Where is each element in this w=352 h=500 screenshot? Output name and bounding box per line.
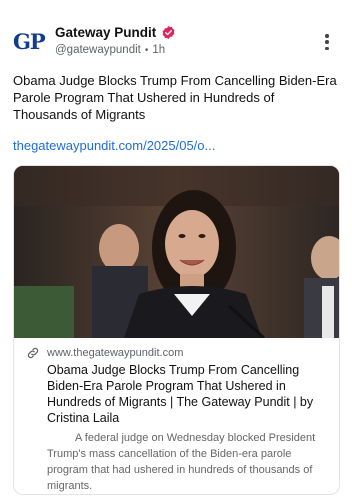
photo-of-woman-speaking-at-hearing	[14, 166, 339, 338]
more-vertical-icon[interactable]	[318, 33, 336, 51]
avatar[interactable]: GP	[13, 28, 47, 54]
verified-badge-icon	[162, 25, 175, 40]
card-body: www.thegatewaypundit.com Obama Judge Blo…	[14, 346, 339, 494]
handle[interactable]: @gatewaypundit	[55, 44, 141, 56]
card-domain-row: www.thegatewaypundit.com	[26, 346, 329, 360]
post-time[interactable]: 1h	[152, 44, 165, 56]
link-icon	[27, 347, 39, 359]
card-title[interactable]: Obama Judge Blocks Trump From Cancelling…	[47, 362, 329, 426]
name-row: Gateway Pundit	[55, 24, 305, 41]
avatar-logo-text: GP	[13, 28, 46, 54]
card-image[interactable]	[14, 166, 339, 338]
post-link[interactable]: thegatewaypundit.com/2025/05/o...	[13, 138, 215, 153]
link-preview-card[interactable]: www.thegatewaypundit.com Obama Judge Blo…	[13, 165, 340, 495]
card-description: A federal judge on Wednesday blocked Pre…	[47, 432, 316, 492]
meta-row: @gatewaypundit • 1h	[55, 44, 305, 56]
separator-dot: •	[144, 44, 149, 56]
card-domain: www.thegatewaypundit.com	[47, 347, 184, 359]
display-name[interactable]: Gateway Pundit	[55, 25, 156, 40]
post-text: Obama Judge Blocks Trump From Cancelling…	[13, 73, 337, 122]
post-header: Gateway Pundit @gatewaypundit • 1h	[55, 24, 305, 56]
social-post: GP Gateway Pundit @gatewaypundit • 1h Ob…	[0, 0, 352, 500]
